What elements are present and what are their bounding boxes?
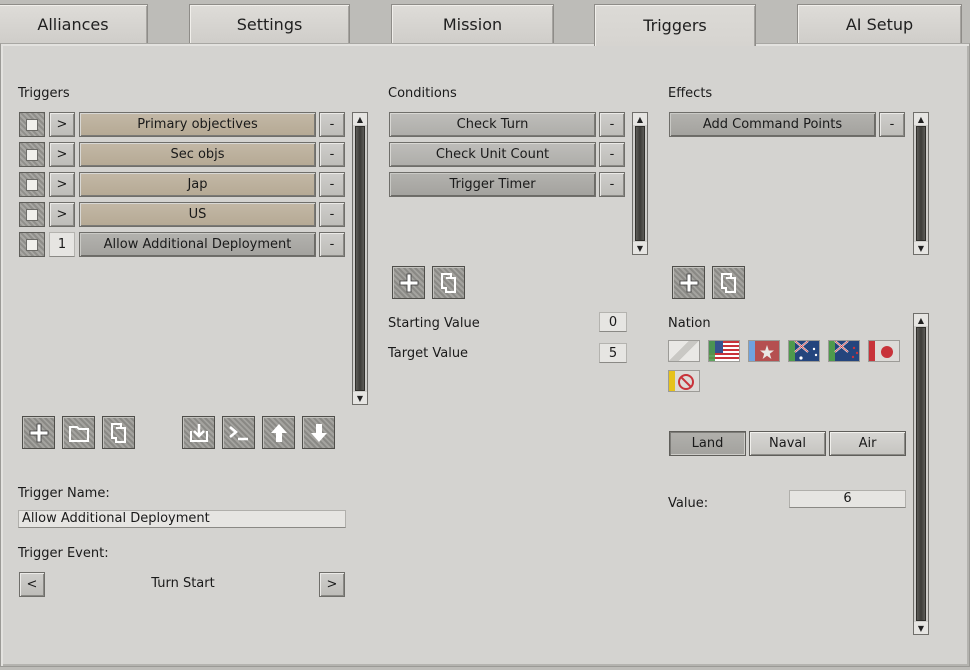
trigger-expand-button[interactable]: > bbox=[49, 112, 75, 137]
scroll-down-icon[interactable]: ▼ bbox=[914, 242, 928, 254]
trigger-remove-button[interactable]: - bbox=[319, 112, 345, 137]
china-flag-icon[interactable] bbox=[748, 340, 780, 362]
scroll-up-icon[interactable]: ▲ bbox=[914, 113, 928, 125]
condition-item-selected[interactable]: Trigger Timer bbox=[389, 172, 596, 197]
trigger-expand-button[interactable]: > bbox=[49, 142, 75, 167]
usa-flag-graphic bbox=[709, 341, 739, 361]
target-value-input[interactable]: 5 bbox=[599, 343, 627, 363]
trigger-remove-button[interactable]: - bbox=[319, 202, 345, 227]
land-button[interactable]: Land bbox=[669, 431, 746, 456]
usa-flag-icon[interactable] bbox=[708, 340, 740, 362]
trigger-name-input[interactable]: Allow Additional Deployment bbox=[18, 510, 346, 528]
condition-item[interactable]: Check Unit Count bbox=[389, 142, 596, 167]
add-effect-button[interactable] bbox=[672, 266, 705, 299]
trigger-event-value: Turn Start bbox=[151, 576, 215, 591]
condition-item[interactable]: Check Turn bbox=[389, 112, 596, 137]
plus-icon bbox=[679, 273, 698, 292]
australia-flag-graphic bbox=[789, 341, 819, 361]
trigger-item[interactable]: US bbox=[79, 202, 316, 227]
condition-remove-button[interactable]: - bbox=[599, 112, 625, 137]
copy-effect-button[interactable] bbox=[712, 266, 745, 299]
effect-remove-button[interactable]: - bbox=[879, 112, 905, 137]
trigger-item[interactable]: Primary objectives bbox=[79, 112, 316, 137]
add-trigger-button[interactable] bbox=[22, 416, 55, 449]
none-selected-flag-icon[interactable] bbox=[668, 370, 700, 392]
condition-remove-button[interactable]: - bbox=[599, 142, 625, 167]
folder-icon bbox=[68, 425, 89, 442]
copy-icon bbox=[720, 272, 736, 293]
triggers-content: Triggers > Primary objectives - > Sec ob… bbox=[0, 0, 970, 670]
arrow-down-icon bbox=[310, 423, 327, 442]
scroll-up-icon[interactable]: ▲ bbox=[914, 314, 928, 326]
triggers-scrollbar[interactable]: ▲ ▼ bbox=[352, 112, 368, 405]
value-label: Value: bbox=[668, 496, 709, 511]
japan-flag-icon[interactable] bbox=[868, 340, 900, 362]
scroll-up-icon[interactable]: ▲ bbox=[353, 113, 367, 125]
plus-icon bbox=[399, 273, 418, 292]
plus-icon bbox=[29, 423, 48, 442]
triggers-heading: Triggers bbox=[18, 86, 70, 101]
scroll-track[interactable] bbox=[635, 126, 645, 241]
trigger-remove-button[interactable]: - bbox=[319, 142, 345, 167]
add-condition-button[interactable] bbox=[392, 266, 425, 299]
trigger-expand-button[interactable]: > bbox=[49, 202, 75, 227]
copy-icon bbox=[110, 422, 126, 443]
starting-value-input[interactable]: 0 bbox=[599, 312, 627, 332]
import-trigger-button[interactable] bbox=[182, 416, 215, 449]
trigger-checkbox[interactable] bbox=[19, 202, 45, 227]
new-zealand-flag-icon[interactable] bbox=[828, 340, 860, 362]
trigger-checkbox[interactable] bbox=[19, 232, 45, 257]
move-down-button[interactable] bbox=[302, 416, 335, 449]
add-folder-button[interactable] bbox=[62, 416, 95, 449]
starting-value-label: Starting Value bbox=[388, 316, 480, 331]
value-input[interactable]: 6 bbox=[789, 490, 906, 508]
effect-details-scrollbar[interactable]: ▲ ▼ bbox=[913, 313, 929, 635]
condition-remove-button[interactable]: - bbox=[599, 172, 625, 197]
scroll-down-icon[interactable]: ▼ bbox=[633, 242, 647, 254]
trigger-item-selected[interactable]: Allow Additional Deployment bbox=[79, 232, 316, 257]
console-button[interactable] bbox=[222, 416, 255, 449]
event-next-button[interactable]: > bbox=[319, 572, 345, 597]
trigger-item[interactable]: Jap bbox=[79, 172, 316, 197]
scroll-down-icon[interactable]: ▼ bbox=[353, 392, 367, 404]
japan-flag-graphic bbox=[869, 341, 899, 361]
event-prev-button[interactable]: < bbox=[19, 572, 45, 597]
none-flag-icon[interactable] bbox=[668, 340, 700, 362]
trigger-expand-button[interactable]: > bbox=[49, 172, 75, 197]
effects-scrollbar[interactable]: ▲ ▼ bbox=[913, 112, 929, 255]
target-value-label: Target Value bbox=[388, 346, 469, 361]
trigger-remove-button[interactable]: - bbox=[319, 172, 345, 197]
new-zealand-flag-graphic bbox=[829, 341, 859, 361]
arrow-up-icon bbox=[270, 423, 287, 442]
prohibited-icon bbox=[669, 371, 699, 391]
scroll-up-icon[interactable]: ▲ bbox=[633, 113, 647, 125]
trigger-index: 1 bbox=[49, 232, 75, 257]
scroll-track[interactable] bbox=[355, 126, 365, 391]
nation-label: Nation bbox=[668, 316, 711, 331]
copy-icon bbox=[440, 272, 456, 293]
conditions-scrollbar[interactable]: ▲ ▼ bbox=[632, 112, 648, 255]
trigger-item[interactable]: Sec objs bbox=[79, 142, 316, 167]
download-icon bbox=[189, 423, 208, 442]
china-flag-graphic bbox=[749, 341, 779, 361]
naval-button[interactable]: Naval bbox=[749, 431, 826, 456]
copy-condition-button[interactable] bbox=[432, 266, 465, 299]
trigger-remove-button[interactable]: - bbox=[319, 232, 345, 257]
trigger-checkbox[interactable] bbox=[19, 142, 45, 167]
scroll-track[interactable] bbox=[916, 126, 926, 241]
scroll-track[interactable] bbox=[916, 327, 926, 621]
effect-item-selected[interactable]: Add Command Points bbox=[669, 112, 876, 137]
australia-flag-icon[interactable] bbox=[788, 340, 820, 362]
conditions-heading: Conditions bbox=[388, 86, 457, 101]
trigger-checkbox[interactable] bbox=[19, 112, 45, 137]
copy-trigger-button[interactable] bbox=[102, 416, 135, 449]
trigger-name-label: Trigger Name: bbox=[18, 486, 110, 501]
move-up-button[interactable] bbox=[262, 416, 295, 449]
scroll-down-icon[interactable]: ▼ bbox=[914, 622, 928, 634]
air-button[interactable]: Air bbox=[829, 431, 906, 456]
trigger-event-label: Trigger Event: bbox=[18, 546, 109, 561]
trigger-checkbox[interactable] bbox=[19, 172, 45, 197]
console-icon bbox=[228, 425, 248, 440]
effects-heading: Effects bbox=[668, 86, 713, 101]
